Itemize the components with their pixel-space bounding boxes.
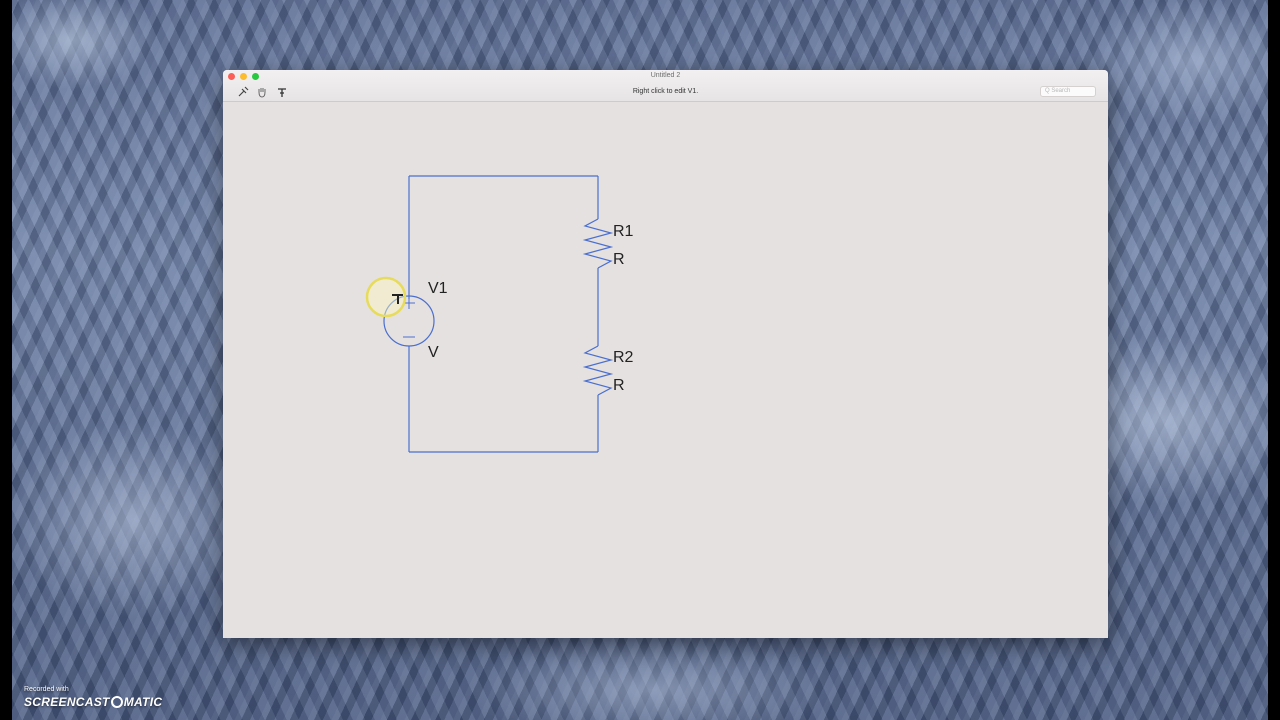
title-bar: Untitled 2 Right click to edit V1. Q Sea… xyxy=(223,70,1108,102)
resistor-r2-symbol xyxy=(582,345,614,396)
watermark-caption: Recorded with xyxy=(24,686,69,693)
resistor-r1-symbol xyxy=(582,218,614,269)
record-dot-icon xyxy=(110,696,123,708)
app-window: Untitled 2 Right click to edit V1. Q Sea… xyxy=(223,70,1108,638)
resistor-r1-value-label: R xyxy=(613,251,625,268)
window-title: Untitled 2 xyxy=(650,72,681,79)
recorder-watermark: Recorded with SCREENCAST MATIC xyxy=(24,686,162,710)
watermark-brand-left: SCREENCAST xyxy=(24,695,110,709)
source-name-label: V1 xyxy=(428,280,448,297)
schematic-canvas[interactable]: V1 V R1 R R2 R xyxy=(223,101,1108,638)
watermark-brand: SCREENCAST MATIC xyxy=(24,694,162,710)
cursor-highlight xyxy=(365,276,407,318)
source-value-label: V xyxy=(428,344,439,361)
status-message: Right click to edit V1. xyxy=(632,88,699,95)
resistor-r1-name-label: R1 xyxy=(613,223,634,240)
resistor-r2-value-label: R xyxy=(613,377,625,394)
search-input[interactable]: Q Search xyxy=(1040,86,1096,97)
resistor-r2-name-label: R2 xyxy=(613,349,634,366)
watermark-brand-right: MATIC xyxy=(123,695,163,709)
